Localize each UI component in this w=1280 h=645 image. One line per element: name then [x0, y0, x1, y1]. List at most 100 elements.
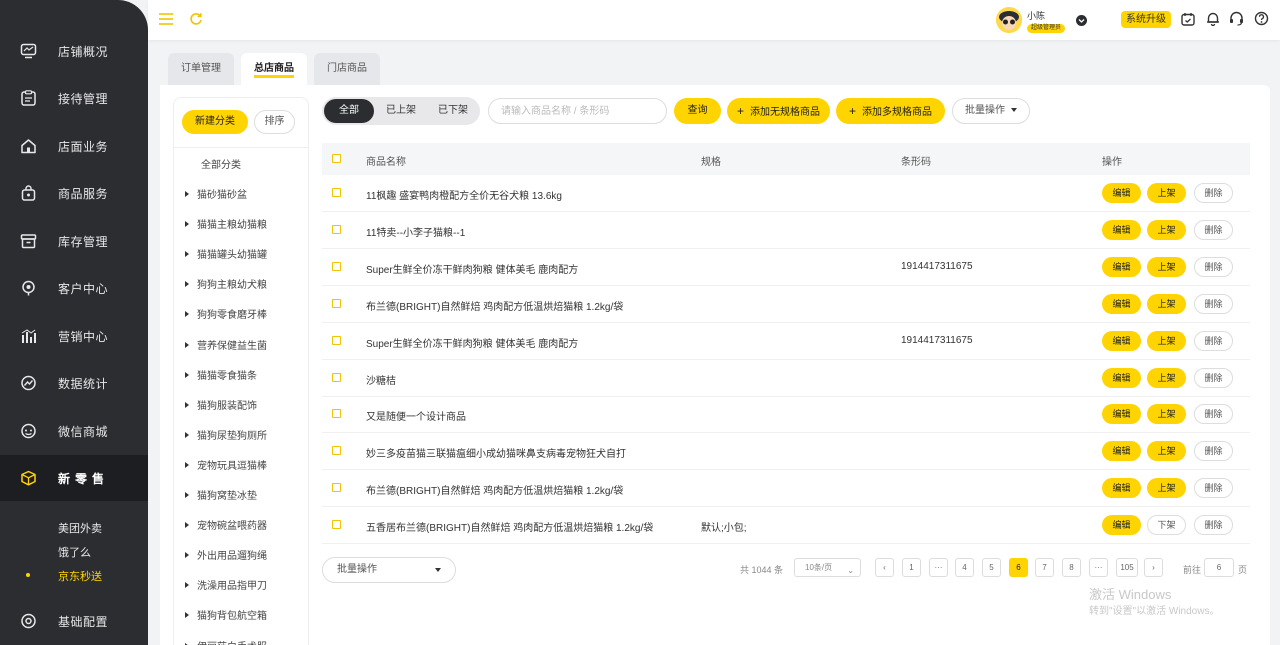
delete-button[interactable]: 删除	[1194, 478, 1233, 499]
calendar-icon[interactable]	[1181, 12, 1195, 26]
segment-on-shelf[interactable]: 已上架	[376, 99, 426, 123]
caret-right-icon[interactable]	[185, 341, 189, 348]
caret-right-icon[interactable]	[185, 221, 189, 228]
add-multi-spec-button[interactable]: + 添加多规格商品	[836, 98, 945, 124]
system-upgrade-button[interactable]: 系统升级	[1121, 11, 1171, 28]
delete-button[interactable]: 删除	[1194, 367, 1233, 388]
sidebar-item-overview[interactable]: 店铺概况	[0, 28, 148, 74]
sidebar-sub-eleme[interactable]: 饿了么	[58, 544, 91, 560]
caret-right-icon[interactable]	[185, 582, 189, 589]
sidebar-item-reception[interactable]: 接待管理	[0, 75, 148, 121]
prev-page-button[interactable]: ‹	[875, 558, 894, 577]
new-category-button[interactable]: 新建分类	[182, 110, 248, 134]
category-item[interactable]: 狗狗主粮幼犬粮	[185, 276, 267, 291]
edit-button[interactable]: 编辑	[1102, 441, 1141, 462]
sidebar-item-statistics[interactable]: 数据统计	[0, 360, 148, 406]
caret-right-icon[interactable]	[185, 401, 189, 408]
edit-button[interactable]: 编辑	[1102, 219, 1141, 240]
edit-button[interactable]: 编辑	[1102, 515, 1141, 536]
shelf-toggle-button[interactable]: 上架	[1147, 256, 1186, 277]
sidebar-item-new-retail[interactable]: 新零售	[0, 455, 148, 501]
sidebar-item-marketing[interactable]: 营销中心	[0, 313, 148, 359]
delete-button[interactable]: 删除	[1194, 441, 1233, 462]
sidebar-item-base-config[interactable]: 基础配置	[0, 598, 148, 644]
shelf-toggle-button[interactable]: 下架	[1147, 515, 1186, 536]
sidebar-sub-jd[interactable]: 京东秒送	[58, 568, 102, 584]
row-checkbox[interactable]	[332, 298, 341, 308]
sort-button[interactable]: 排序	[254, 110, 295, 134]
shelf-toggle-button[interactable]: 上架	[1147, 330, 1186, 351]
row-checkbox[interactable]	[332, 224, 341, 234]
sidebar-item-customer[interactable]: 客户中心	[0, 265, 148, 311]
category-item[interactable]: 猫狗尿垫狗厕所	[185, 427, 267, 442]
tab-store-goods[interactable]: 门店商品	[314, 53, 380, 85]
row-checkbox[interactable]	[332, 409, 341, 419]
page-button[interactable]: 7	[1035, 558, 1054, 577]
category-item[interactable]: 营养保健益生菌	[185, 337, 267, 352]
edit-button[interactable]: 编辑	[1102, 478, 1141, 499]
delete-button[interactable]: 删除	[1194, 293, 1233, 314]
caret-right-icon[interactable]	[185, 522, 189, 529]
delete-button[interactable]: 删除	[1194, 515, 1233, 536]
segment-all[interactable]: 全部	[324, 99, 374, 123]
caret-right-icon[interactable]	[185, 492, 189, 498]
edit-button[interactable]: 编辑	[1102, 183, 1141, 203]
category-item[interactable]: 猫狗背包航空箱	[185, 607, 267, 622]
goto-page-input[interactable]: 6	[1204, 558, 1234, 577]
edit-button[interactable]: 编辑	[1102, 404, 1141, 425]
page-button[interactable]: 105	[1116, 558, 1138, 577]
batch-operation-dropdown[interactable]: 批量操作	[952, 98, 1030, 124]
segment-off-shelf[interactable]: 已下架	[428, 99, 478, 123]
shelf-toggle-button[interactable]: 上架	[1147, 293, 1186, 314]
row-checkbox[interactable]	[332, 483, 341, 493]
sidebar-item-goods-service[interactable]: 商品服务	[0, 170, 148, 216]
bell-icon[interactable]	[1206, 11, 1220, 26]
delete-button[interactable]: 删除	[1194, 256, 1233, 277]
page-ellipsis[interactable]: ···	[929, 558, 948, 577]
category-item[interactable]: 宠物玩具逗猫棒	[185, 457, 267, 472]
caret-right-icon[interactable]	[185, 552, 189, 559]
menu-icon[interactable]	[159, 13, 173, 25]
caret-right-icon[interactable]	[185, 251, 189, 258]
add-no-spec-button[interactable]: + 添加无规格商品	[727, 98, 830, 124]
caret-right-icon[interactable]	[185, 311, 189, 318]
row-checkbox[interactable]	[332, 446, 341, 456]
caret-right-icon[interactable]	[185, 371, 189, 378]
page-button[interactable]: 5	[982, 558, 1001, 577]
search-input[interactable]	[488, 98, 667, 124]
query-button[interactable]: 查询	[674, 98, 721, 124]
page-ellipsis[interactable]: ···	[1089, 558, 1108, 577]
category-item[interactable]: 伊丽莎白手术服	[185, 638, 267, 645]
caret-right-icon[interactable]	[185, 191, 189, 197]
category-item[interactable]: 宠物碗盆喂药器	[185, 517, 267, 532]
category-item[interactable]: 猫猫零食猫条	[185, 367, 257, 382]
row-checkbox[interactable]	[332, 335, 341, 345]
edit-button[interactable]: 编辑	[1102, 293, 1141, 314]
category-all[interactable]: 全部分类	[201, 156, 241, 171]
shelf-toggle-button[interactable]: 上架	[1147, 183, 1186, 203]
shelf-toggle-button[interactable]: 上架	[1147, 478, 1186, 499]
caret-right-icon[interactable]	[185, 281, 189, 288]
category-item[interactable]: 猫狗窝垫冰垫	[185, 487, 257, 502]
sidebar-item-wechat-mall[interactable]: 微信商城	[0, 408, 148, 454]
category-item[interactable]: 狗狗零食磨牙棒	[185, 306, 267, 321]
edit-button[interactable]: 编辑	[1102, 330, 1141, 351]
page-button[interactable]: 6	[1009, 558, 1028, 577]
sidebar-item-store-business[interactable]: 店面业务	[0, 123, 148, 169]
tab-hq-goods[interactable]: 总店商品	[241, 53, 307, 85]
category-item[interactable]: 猫猫主粮幼猫粮	[185, 216, 267, 231]
shelf-toggle-button[interactable]: 上架	[1147, 367, 1186, 388]
sidebar-item-inventory[interactable]: 库存管理	[0, 218, 148, 264]
select-all-checkbox[interactable]	[332, 154, 341, 163]
batch-operation-bottom[interactable]: 批量操作	[322, 557, 456, 583]
help-icon[interactable]	[1254, 11, 1269, 26]
next-page-button[interactable]: ›	[1144, 558, 1163, 577]
avatar[interactable]	[996, 7, 1022, 33]
headset-icon[interactable]	[1229, 11, 1244, 26]
category-item[interactable]: 洗澡用品指甲刀	[185, 577, 267, 592]
row-checkbox[interactable]	[332, 520, 341, 530]
tab-orders[interactable]: 订单管理	[168, 53, 234, 85]
shelf-toggle-button[interactable]: 上架	[1147, 219, 1186, 240]
shelf-toggle-button[interactable]: 上架	[1147, 441, 1186, 462]
row-checkbox[interactable]	[332, 261, 341, 271]
